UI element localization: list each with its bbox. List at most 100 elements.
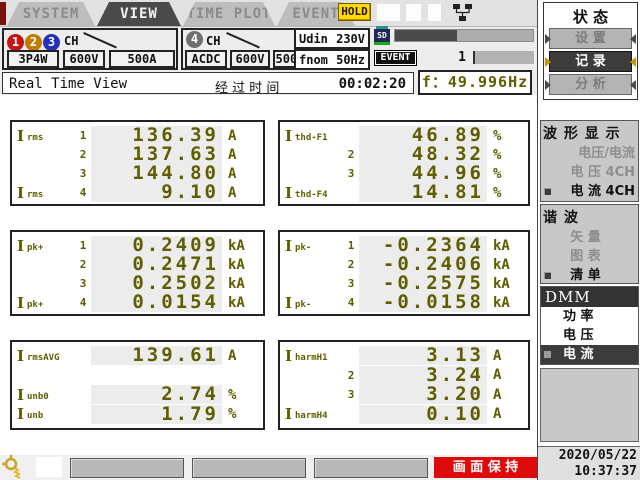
sidebar-nav-button[interactable]: 设 置	[545, 28, 636, 49]
quantity-symbol: I	[17, 346, 25, 365]
corner-marker	[0, 2, 6, 25]
measurement-unit: %	[493, 184, 502, 201]
measurement-unit: A	[228, 146, 237, 163]
tab[interactable]: VIEW	[97, 2, 181, 26]
sidebar-nav-button[interactable]: 记 录	[545, 51, 636, 72]
notch-line	[226, 32, 260, 49]
soft-key-button[interactable]	[314, 458, 428, 478]
menu-item[interactable]: 电 流 4CH	[541, 182, 638, 201]
menu-item[interactable]: 图 表	[541, 247, 638, 266]
channel-number: 1	[79, 239, 87, 252]
measurement-unit: %	[228, 406, 237, 423]
menu-item[interactable]: 电 压	[541, 326, 638, 345]
channel-number: 1	[79, 129, 87, 142]
measurement-unit: kA	[493, 237, 510, 254]
status-indicator-box	[428, 4, 441, 21]
measurement-row: Ithd-F4 14.81%	[285, 183, 523, 202]
left-arrow-icon	[545, 33, 551, 44]
status-indicator-box	[406, 4, 421, 21]
sd-icon-label: SD	[374, 29, 390, 42]
channel-badge: 2	[25, 34, 42, 51]
quantity-subscript	[27, 373, 75, 377]
measurement-row: Iunb0 2.74%	[17, 385, 258, 405]
quantity-subscript: thd-F1	[295, 132, 328, 143]
tab[interactable]: SYSTEM	[7, 2, 95, 26]
measurement-row: 3 3.20 A	[285, 385, 523, 405]
measurement-unit: kA	[228, 237, 245, 254]
ch-label: CH	[64, 34, 79, 48]
waveform-display-section: 波 形 显 示 电压/电流 电 压 4CH 电 流 4CH	[540, 120, 639, 202]
menu-item-label: 清 单	[570, 268, 601, 283]
menu-item[interactable]: 功 率	[541, 307, 638, 326]
menu-item[interactable]: 电 流	[541, 345, 638, 364]
menu-item[interactable]: 清 单	[541, 266, 638, 285]
quantity-symbol: I	[285, 405, 293, 424]
menu-item[interactable]: 矢 量	[541, 228, 638, 247]
fnom-value: 50Hz	[336, 52, 365, 67]
probe-plug-icon	[2, 455, 21, 479]
quantity-subscript: thd-F4	[295, 189, 328, 200]
sidebar-nav-button[interactable]: 分 析	[545, 74, 636, 95]
hold-indicator: HOLD	[338, 3, 371, 21]
measurement-unit: %	[493, 165, 502, 182]
sd-icon-bottom	[374, 42, 390, 45]
menu-item[interactable]: 电压/电流	[541, 144, 638, 163]
screen-hold-button[interactable]: 画 面 保 持	[434, 457, 537, 478]
bottom-softkey-bar: 画 面 保 持	[0, 455, 537, 480]
quantity-subscript: rms	[27, 132, 44, 143]
soft-key-button[interactable]	[70, 458, 184, 478]
measurement-row: 2 3.24 A	[285, 365, 523, 385]
measurement-unit: kA	[493, 256, 510, 273]
view-title: Real Time View	[9, 76, 128, 92]
menu-item[interactable]: 电 压 4CH	[541, 163, 638, 182]
measurement-row: IharmH1 3.13 A	[285, 346, 523, 365]
udin-value: 230V	[336, 31, 365, 46]
measurement-unit: kA	[228, 275, 245, 292]
section-title: 谐 波	[543, 210, 579, 226]
selected-marker-icon	[544, 351, 551, 358]
measurement-value: 3.24	[359, 365, 487, 385]
channel-number: 1	[347, 239, 355, 252]
measurement-unit: kA	[493, 275, 510, 292]
wiring-setting-box: 3P4W	[7, 50, 59, 68]
menu-item-label: 图 表	[570, 249, 601, 264]
channel-number: 4	[79, 186, 87, 199]
quantity-subscript	[295, 263, 343, 267]
menu-item-label: 电 流	[563, 347, 594, 362]
measurement-row: 3 144.80 A	[17, 164, 258, 183]
channel-number: 2	[347, 148, 355, 161]
clock: 2020/05/22 10:37:37	[538, 446, 640, 480]
channel-number: 3	[79, 167, 87, 180]
channel-number: 4	[347, 296, 355, 309]
frequency-readout: f：49.996Hz	[418, 70, 532, 95]
quantity-subscript	[295, 172, 343, 176]
quantity-symbol: I	[17, 293, 25, 312]
measurement-value	[91, 366, 222, 385]
coupling-setting-box: ACDC	[185, 50, 227, 68]
nav-button-label: 设 置	[575, 31, 606, 46]
tab[interactable]: TIME PLOT	[183, 2, 275, 26]
view-status-bar: Real Time View 经 过 时 间 00:02:20	[2, 72, 414, 96]
channel-number: 2	[79, 148, 87, 161]
measurement-value: 2.74	[91, 385, 222, 405]
channel-number: 2	[347, 368, 355, 382]
measurement-unit: %	[493, 127, 502, 144]
status-indicator-box	[377, 4, 400, 21]
left-arrow-icon	[545, 56, 551, 67]
ch-label: CH	[206, 34, 221, 48]
empty-panel	[540, 368, 639, 442]
measurement-row: IrmsAVG 139.61 A	[17, 346, 258, 365]
nav-button-label: 记 录	[575, 54, 606, 69]
menu-item-label: 电 压	[563, 328, 594, 343]
panel-ipk-minus: Ipk- 1 -0.2364 kA 2 -0.2406 kA 3 -0.2575 kA Ipk…	[278, 230, 530, 316]
quantity-symbol: I	[17, 126, 25, 145]
measurement-row: Irms 4 9.10 A	[17, 183, 258, 202]
quantity-subscript	[27, 153, 75, 157]
soft-key-button[interactable]	[192, 458, 306, 478]
event-count: 1	[458, 50, 466, 65]
channel-number: 3	[79, 277, 87, 290]
channel-123-config-group: 123 CH 3P4W 600V 500A	[2, 28, 178, 70]
menu-item-label: 矢 量	[570, 230, 601, 245]
menu-item-label: 功 率	[563, 309, 594, 324]
measurement-unit: %	[493, 146, 502, 163]
